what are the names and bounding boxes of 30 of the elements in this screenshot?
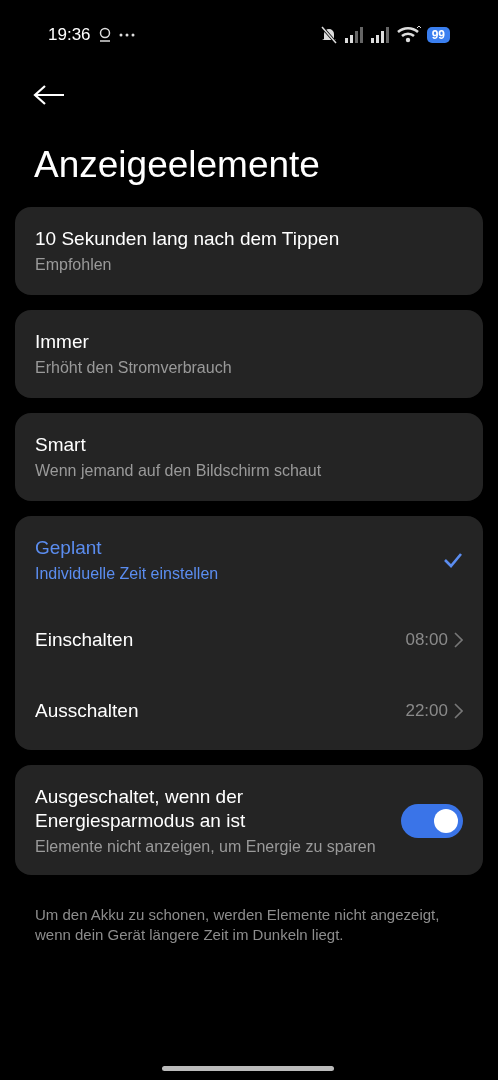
more-icon	[118, 33, 135, 37]
location-pin-icon	[98, 27, 111, 43]
option-subtitle: Individuelle Zeit einstellen	[35, 564, 220, 584]
page-title: Anzeigeelemente	[34, 143, 321, 187]
toggle-switch[interactable]	[401, 804, 463, 838]
option-card[interactable]: Smart Wenn jemand auf den Bildschirm schaut	[15, 413, 483, 501]
clock-time: 19:36	[48, 25, 91, 45]
option-card[interactable]: Geplant Individuelle Zeit einstellen Einschalten 08:00 Ausschalten 22:00	[15, 516, 483, 750]
wifi-icon	[396, 26, 421, 44]
setting-subtitle: Elemente nicht anzeigen, um Energie zu sparen	[35, 837, 377, 857]
signal-icon	[344, 27, 365, 43]
option-subtitle: Empfohlen	[35, 255, 113, 275]
option-title: Immer	[35, 330, 90, 354]
option-subtitle: Wenn jemand auf den Bildschirm schaut	[35, 461, 323, 481]
checkmark-icon	[443, 552, 463, 568]
option-card[interactable]: Immer Erhöht den Stromverbrauch	[15, 310, 483, 398]
muted-bell-icon	[318, 26, 339, 44]
option-subtitle: Erhöht den Stromverbrauch	[35, 358, 233, 378]
setting-title: Ausgeschaltet, wenn der Energiesparmodus an ist	[35, 785, 247, 833]
option-title: Smart	[35, 433, 87, 457]
schedule-row[interactable]: Ausschalten 22:00	[35, 675, 463, 746]
battery-level: 99	[426, 27, 450, 43]
option-title: 10 Sekunden lang nach dem Tippen	[35, 227, 341, 251]
option-card[interactable]: 10 Sekunden lang nach dem Tippen Empfohlen	[15, 207, 483, 295]
signal-icon	[370, 27, 391, 43]
footnote-text: Um den Akku zu schonen, werden Elemente nicht angezeigt, wenn dein Gerät längere Zeit im Dunkeln liegt.	[35, 905, 441, 945]
chevron-right-icon	[454, 631, 463, 648]
schedule-row[interactable]: Einschalten 08:00	[35, 604, 463, 675]
option-title: Geplant	[35, 536, 103, 560]
chevron-right-icon	[454, 702, 463, 719]
